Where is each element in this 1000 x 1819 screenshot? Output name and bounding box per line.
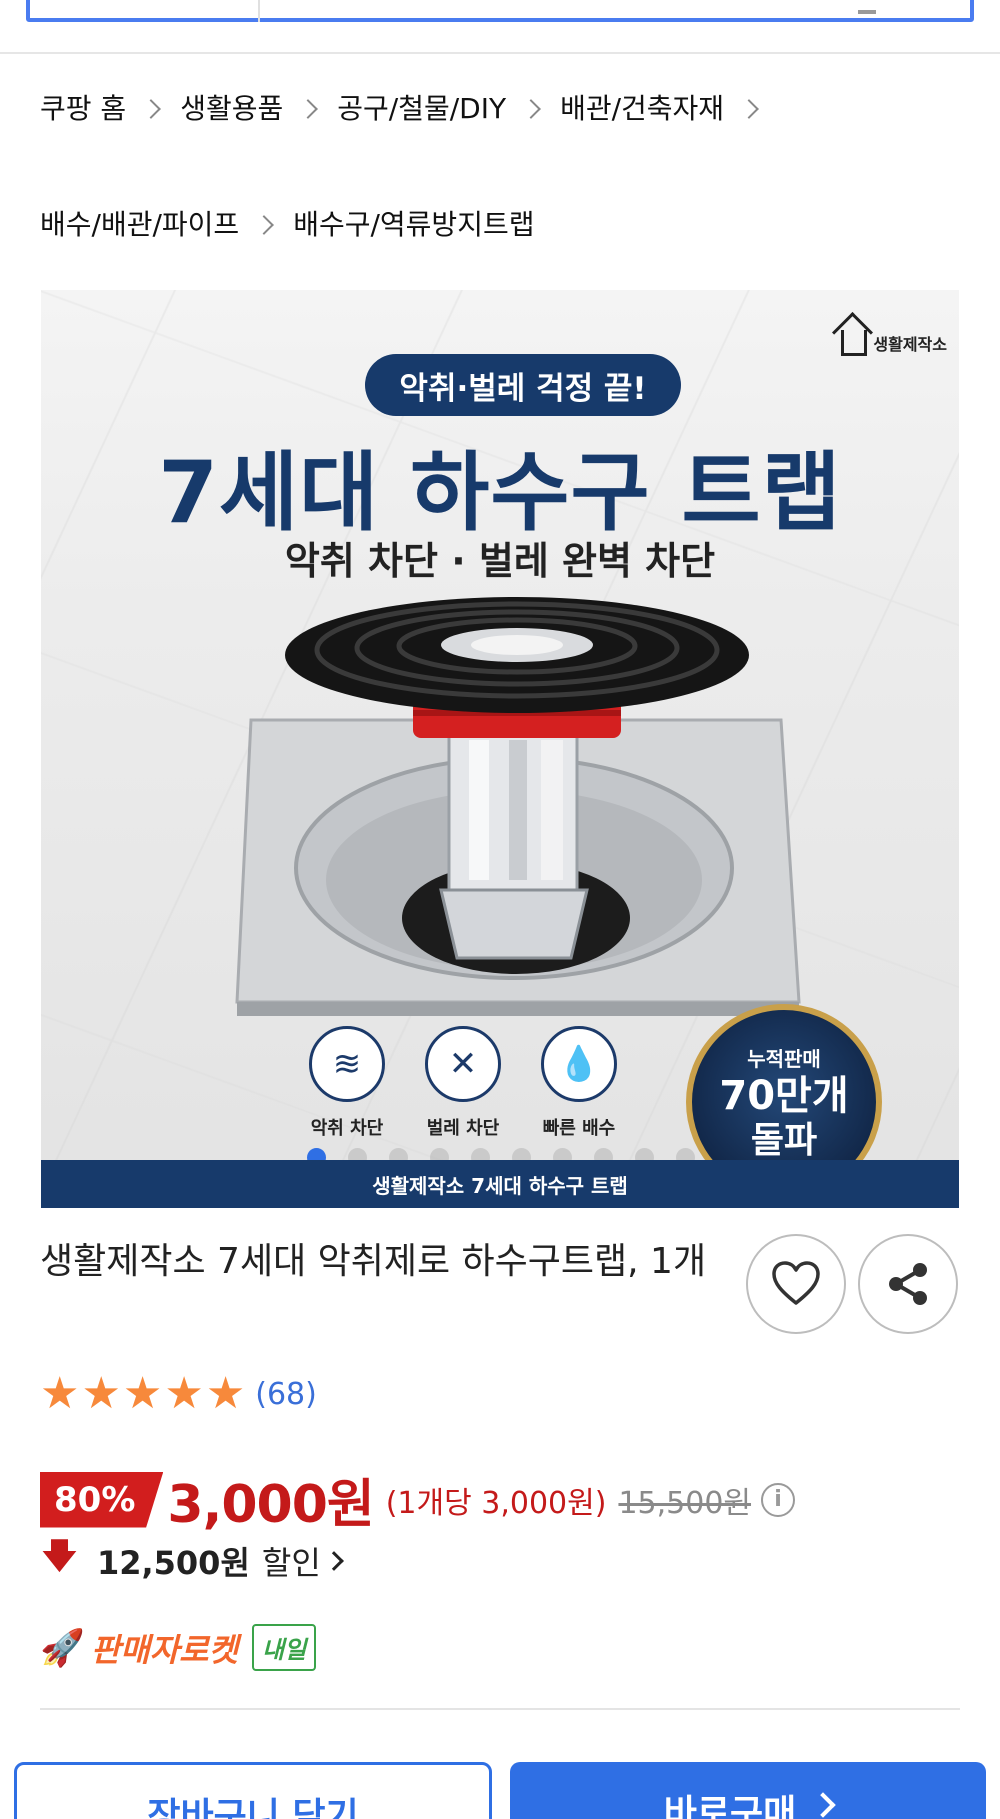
breadcrumb-item-drain-pipe[interactable]: 배수/배관/파이프 (40, 203, 239, 243)
savings-amount: 12,500원 (96, 1543, 250, 1582)
seal-line2: 70만개 (719, 1072, 849, 1119)
promo-pill: 악취·벌레 걱정 끝! (365, 354, 681, 416)
add-to-cart-button[interactable]: 장바구니 담기 (14, 1762, 492, 1819)
star-icon: ★ (205, 1368, 246, 1419)
price-row: 80% 3,000원 (1개당 3,000원) 15,500원 i (40, 1462, 796, 1537)
header (0, 0, 1000, 54)
buy-now-button[interactable]: 바로구매 (510, 1762, 986, 1819)
chevron-right-icon (141, 99, 162, 119)
share-button[interactable] (858, 1234, 958, 1334)
odor-icon: ≋ (309, 1026, 385, 1102)
house-icon (841, 330, 868, 356)
breadcrumb-item-home[interactable]: 쿠팡 홈 (40, 87, 126, 127)
wishlist-button[interactable] (746, 1234, 846, 1334)
chevron-right-icon (323, 1550, 344, 1571)
water-drop-icon: 💧 (541, 1026, 617, 1102)
feature-label: 악취 차단 (310, 1118, 384, 1139)
search-input[interactable] (26, 0, 974, 22)
bug-block-icon: ✕ (425, 1026, 501, 1102)
star-icon: ★ (164, 1368, 204, 1419)
search-icon[interactable] (858, 10, 876, 14)
chevron-right-icon (254, 215, 275, 235)
seller-rocket-label: 판매자로켓 (90, 1630, 239, 1669)
info-icon[interactable]: i (761, 1482, 796, 1517)
search-category-divider (258, 0, 260, 22)
original-price: 15,500원 (618, 1485, 752, 1521)
buy-now-label: 바로구매 (663, 1793, 797, 1819)
feature-odor: ≋ 악취 차단 (309, 1026, 385, 1140)
chevron-right-icon (810, 1792, 836, 1818)
chevron-right-icon (298, 99, 319, 119)
hero-footer-banner: 생활제작소 7세대 하수구 트랩 (41, 1160, 959, 1208)
brand-logo-text: 생활제작소 (873, 335, 947, 354)
brand-logo: 생활제작소 (841, 330, 947, 356)
seal-line3: 돌파 (750, 1119, 818, 1161)
heart-icon (772, 1261, 820, 1305)
discount-badge: 80% (40, 1471, 164, 1528)
share-icon (889, 1263, 927, 1305)
star-icon: ★ (40, 1368, 80, 1419)
sale-price: 3,000원 (167, 1475, 374, 1535)
feature-label: 벌레 차단 (426, 1118, 500, 1139)
feature-badges: ≋ 악취 차단 ✕ 벌레 차단 💧 빠른 배수 (309, 1026, 617, 1140)
breadcrumb: 쿠팡 홈 생활용품 공구/철물/DIY 배관/건축자재 배수/배관/파이프 배수… (40, 82, 970, 248)
feature-drain: 💧 빠른 배수 (541, 1026, 617, 1140)
chevron-right-icon (739, 99, 759, 119)
breadcrumb-item-tools[interactable]: 공구/철물/DIY (337, 87, 506, 127)
delivery-info: 🚀 판매자로켓 내일 (40, 1624, 317, 1671)
product-image-carousel[interactable]: 생활제작소 악취·벌레 걱정 끝! 7세대 하수구 트랩 악취 차단 · 벌레 … (41, 290, 959, 1208)
feature-label: 빠른 배수 (542, 1118, 616, 1139)
hero-subline: 악취 차단 · 벌레 완벽 차단 (284, 539, 716, 583)
hero-headline: 7세대 하수구 트랩 (158, 443, 842, 543)
breadcrumb-item-living[interactable]: 생활용품 (180, 87, 283, 127)
divider (40, 1708, 960, 1710)
product-title: 생활제작소 7세대 악취제로 하수구트랩, 1개 (40, 1241, 707, 1282)
breadcrumb-item-drain-trap[interactable]: 배수구/역류방지트랩 (293, 203, 534, 243)
breadcrumb-item-plumbing[interactable]: 배관/건축자재 (560, 87, 724, 127)
delivery-tomorrow-badge: 내일 (252, 1624, 317, 1671)
chevron-right-icon (521, 99, 541, 119)
product-rating[interactable]: ★ ★ ★ ★ ★ (68) (40, 1372, 317, 1416)
unit-price: (1개당 3,000원) (385, 1485, 607, 1521)
add-to-cart-label: 장바구니 담기 (147, 1796, 359, 1819)
star-icon: ★ (81, 1368, 121, 1419)
review-count-link[interactable]: (68) (255, 1377, 317, 1412)
seal-line1: 누적판매 (747, 1046, 821, 1071)
rocket-icon: 🚀 (40, 1627, 85, 1669)
star-icon: ★ (122, 1368, 163, 1419)
savings-label: 할인 (261, 1543, 321, 1582)
down-arrow-icon: 🡇 (42, 1536, 77, 1576)
feature-bug: ✕ 벌레 차단 (425, 1026, 501, 1140)
discount-detail-link[interactable]: 🡇 12,500원 할인 (42, 1532, 344, 1589)
